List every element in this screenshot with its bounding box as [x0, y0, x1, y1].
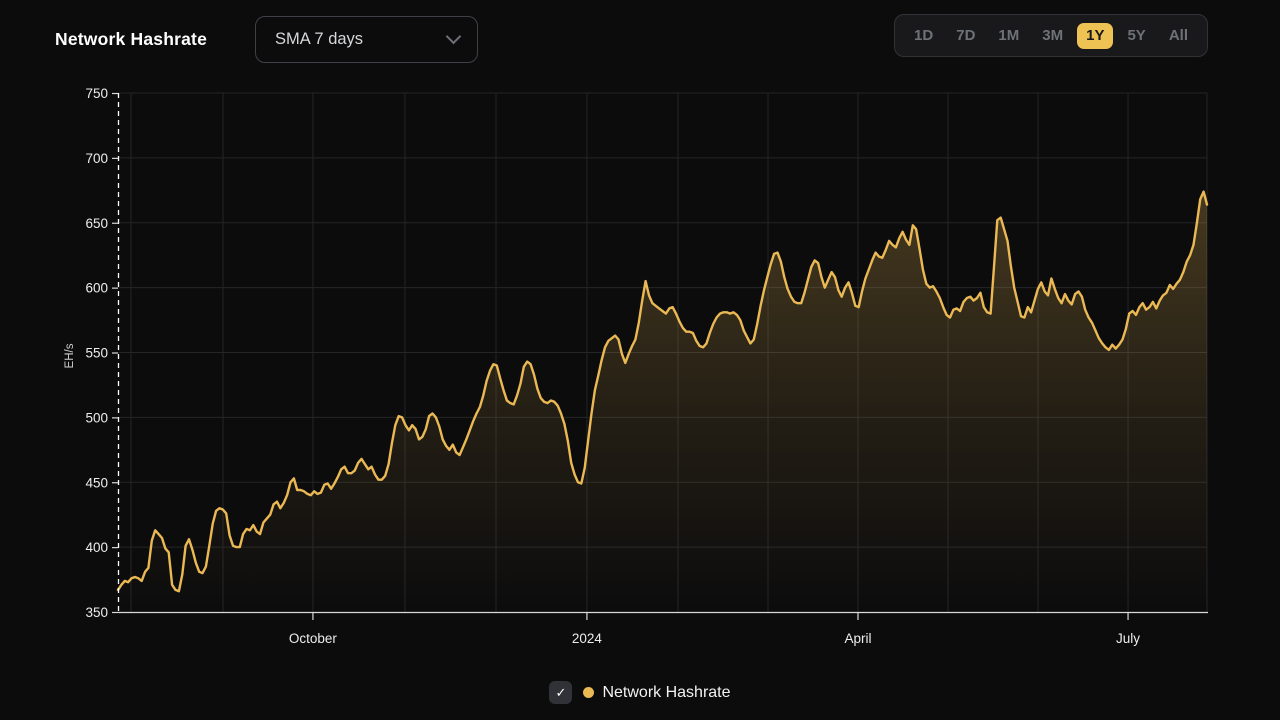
y-tick-label: 350: [85, 605, 108, 620]
y-tick-label: 650: [85, 216, 108, 231]
x-tick-label: July: [1116, 631, 1140, 646]
legend-series-dot-icon: [583, 687, 594, 698]
x-tick-label: April: [844, 631, 871, 646]
y-tick-label: 750: [85, 86, 108, 101]
checkmark-icon: ✓: [556, 686, 567, 699]
legend-checkbox[interactable]: ✓: [549, 681, 572, 704]
legend-item-network-hashrate[interactable]: Network Hashrate: [583, 684, 730, 702]
legend: ✓ Network Hashrate: [0, 681, 1280, 704]
x-tick-label: 2024: [572, 631, 603, 646]
y-tick-label: 550: [85, 346, 108, 361]
legend-series-label: Network Hashrate: [602, 684, 730, 702]
x-tick-label: October: [289, 631, 338, 646]
plot-area[interactable]: [118, 93, 1207, 612]
y-axis-unit-label: EH/s: [64, 343, 76, 368]
y-tick-label: 700: [85, 151, 108, 166]
hashrate-chart: 350 400 450 500 550 600 650 700 750 October 2024 Ap…: [0, 0, 1280, 660]
y-tick-label: 450: [85, 475, 108, 490]
y-tick-label: 600: [85, 281, 108, 296]
y-tick-label: 500: [85, 410, 108, 425]
y-tick-label: 400: [85, 540, 108, 555]
